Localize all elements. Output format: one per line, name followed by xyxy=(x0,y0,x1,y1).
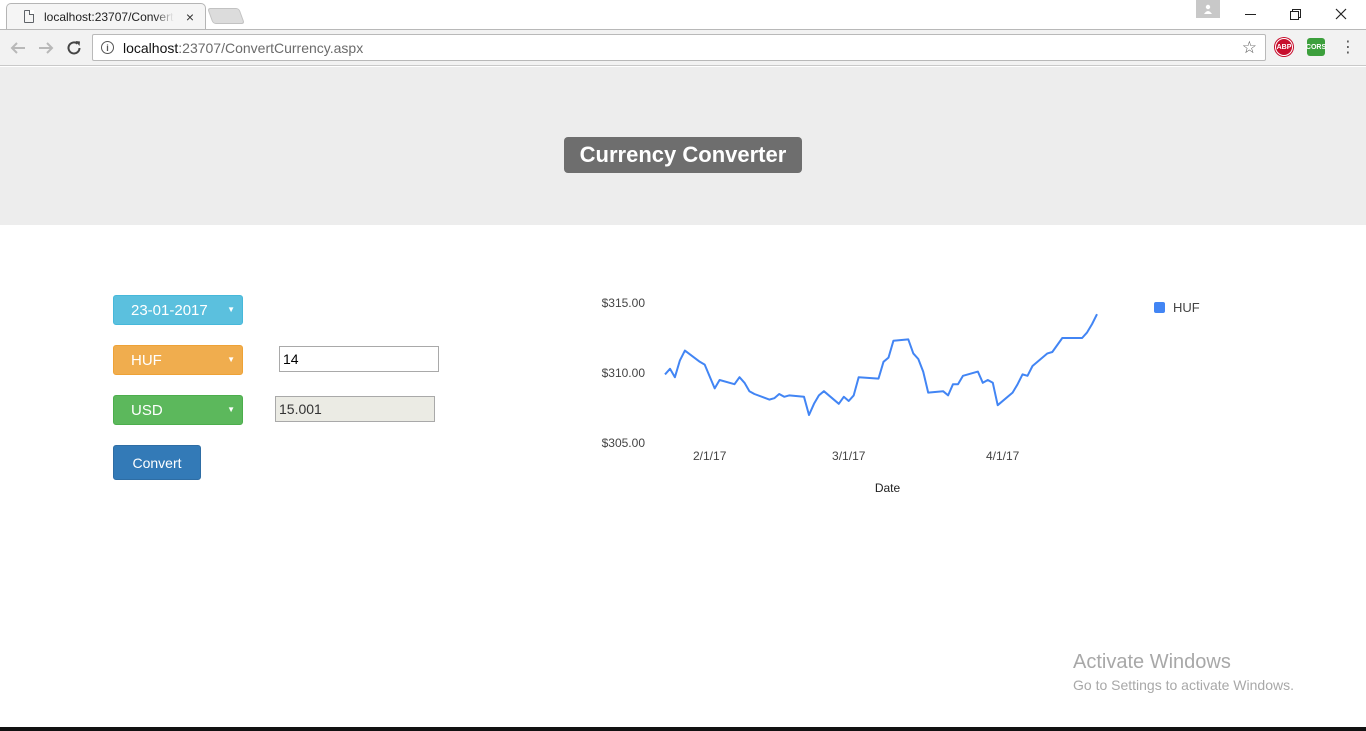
date-dropdown[interactable]: 23-01-2017 ▼ xyxy=(113,295,243,325)
chevron-down-icon: ▼ xyxy=(227,305,235,314)
profile-icon[interactable] xyxy=(1196,0,1220,18)
chevron-down-icon: ▼ xyxy=(227,355,235,364)
y-tick-label: $315.00 xyxy=(602,296,646,310)
adblock-extension-icon[interactable]: ABP xyxy=(1275,38,1293,56)
to-currency-value: USD xyxy=(131,401,163,419)
date-dropdown-value: 23-01-2017 xyxy=(131,301,208,319)
forward-icon[interactable] xyxy=(34,36,58,60)
convert-button[interactable]: Convert xyxy=(113,445,201,480)
to-currency-dropdown[interactable]: USD ▼ xyxy=(113,395,243,425)
tab-title: localhost:23707/ConvertCurrency.aspx xyxy=(44,9,174,24)
minimize-button[interactable] xyxy=(1227,0,1273,28)
page-icon xyxy=(24,10,34,23)
tab-close-icon[interactable]: × xyxy=(186,10,194,24)
activate-windows-watermark: Activate Windows Go to Settings to activ… xyxy=(1073,651,1294,693)
browser-menu-icon[interactable]: ⋮ xyxy=(1340,36,1356,60)
browser-toolbar: i localhost:23707/ConvertCurrency.aspx ☆… xyxy=(0,30,1366,66)
watermark-title: Activate Windows xyxy=(1073,651,1231,673)
x-axis-title: Date xyxy=(875,481,901,495)
x-tick-label: 4/1/17 xyxy=(986,449,1020,463)
back-icon[interactable] xyxy=(6,36,30,60)
result-field xyxy=(275,396,435,422)
url-host: localhost xyxy=(123,39,179,56)
taskbar-edge xyxy=(0,727,1366,731)
legend-swatch xyxy=(1154,302,1165,313)
reload-icon[interactable] xyxy=(62,36,86,60)
x-tick-label: 2/1/17 xyxy=(693,449,727,463)
y-tick-label: $310.00 xyxy=(602,366,646,380)
exchange-rate-chart: $315.00 $310.00 $305.00 2/1/17 3/1/17 4/1/17 D… xyxy=(602,296,1200,495)
new-tab-button[interactable] xyxy=(207,8,245,24)
watermark-subtitle: Go to Settings to activate Windows. xyxy=(1073,677,1294,693)
bookmark-star-icon[interactable]: ☆ xyxy=(1242,38,1257,58)
restore-button[interactable] xyxy=(1272,0,1318,28)
cors-extension-icon[interactable]: CORS xyxy=(1306,38,1326,56)
y-tick-label: $305.00 xyxy=(602,436,646,450)
address-bar[interactable]: i localhost:23707/ConvertCurrency.aspx ☆ xyxy=(92,34,1266,61)
amount-input[interactable] xyxy=(279,346,439,372)
close-window-button[interactable] xyxy=(1318,0,1364,28)
from-currency-value: HUF xyxy=(131,351,162,369)
url-path: :23707/ConvertCurrency.aspx xyxy=(178,39,364,56)
from-currency-dropdown[interactable]: HUF ▼ xyxy=(113,345,243,375)
chevron-down-icon: ▼ xyxy=(227,405,235,414)
series-line-huf xyxy=(664,313,1098,416)
info-icon[interactable]: i xyxy=(101,41,114,54)
x-tick-label: 3/1/17 xyxy=(832,449,866,463)
browser-tabstrip: localhost:23707/ConvertCurrency.aspx × xyxy=(0,0,1366,30)
page-title: Currency Converter xyxy=(564,137,802,173)
browser-tab[interactable]: localhost:23707/ConvertCurrency.aspx × xyxy=(6,3,206,30)
legend-label: HUF xyxy=(1173,300,1200,315)
